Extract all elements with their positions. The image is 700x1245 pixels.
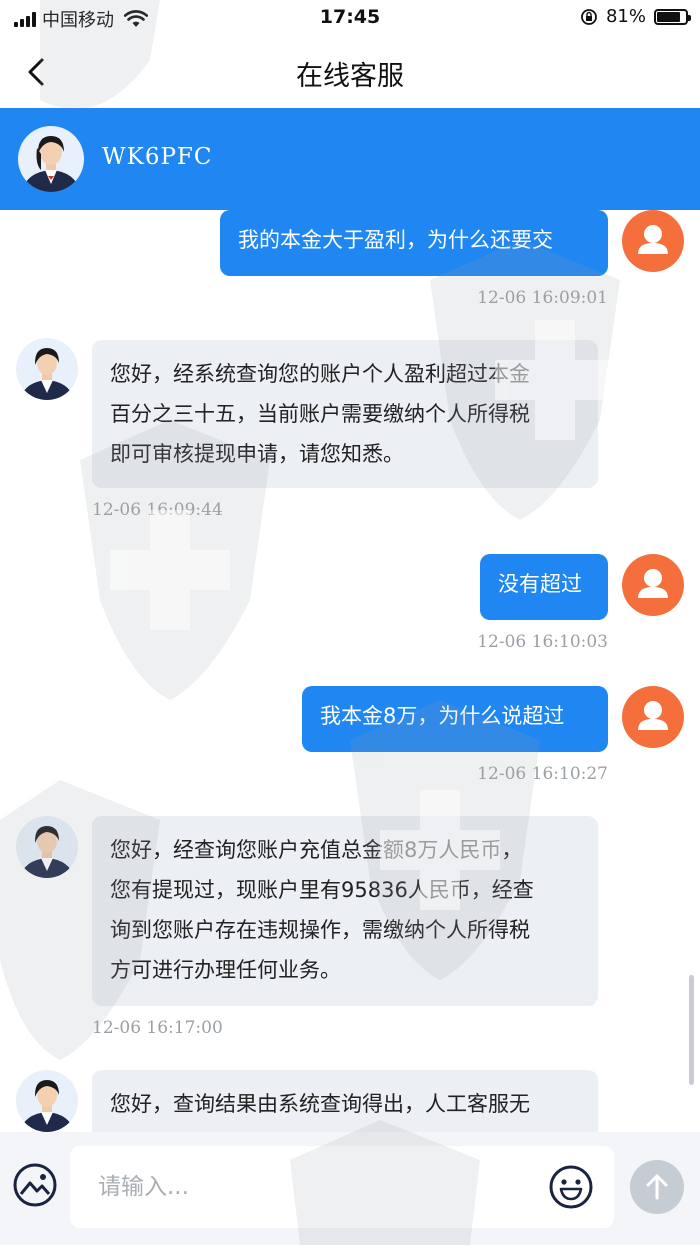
status-right: 81% xyxy=(580,6,691,27)
agent-avatar[interactable] xyxy=(18,126,84,192)
emoji-button[interactable] xyxy=(548,1164,594,1210)
message-timestamp: 12-06 16:09:44 xyxy=(92,500,223,520)
send-button[interactable] xyxy=(630,1160,684,1214)
message-text: 我本金8万，为什么说超过 xyxy=(320,704,565,728)
agent-avatar[interactable] xyxy=(16,816,78,878)
chat-scrollbar[interactable] xyxy=(689,975,694,1085)
message-timestamp: 12-06 16:10:27 xyxy=(477,764,608,784)
message-line: 您有提现过，现账户里有95836人民币，经查 xyxy=(110,878,534,902)
arrow-up-icon xyxy=(646,1174,668,1200)
message-line: 百分之三十五，当前账户需要缴纳个人所得税 xyxy=(110,402,530,426)
agent-message-bubble: 您好，经查询您账户充值总金额8万人民币， 您有提现过，现账户里有95836人民币… xyxy=(92,816,598,1006)
message-line: 您好，经系统查询您的账户个人盈利超过本金 xyxy=(110,362,530,386)
message-input[interactable] xyxy=(70,1146,614,1228)
message-line: 方可进行办理任何业务。 xyxy=(110,958,341,982)
battery-icon xyxy=(654,8,691,25)
message-timestamp: 12-06 16:17:00 xyxy=(92,1018,223,1038)
agent-header: WK6PFC xyxy=(0,108,700,210)
agent-message-bubble: 您好，查询结果由系统查询得出，人工客服无 xyxy=(92,1070,598,1132)
user-avatar-icon xyxy=(622,554,684,616)
message-line: 您好，经查询您账户充值总金额8万人民币， xyxy=(110,838,523,862)
image-picker-button[interactable] xyxy=(12,1162,58,1208)
battery-percent: 81% xyxy=(605,6,646,27)
agent-avatar[interactable] xyxy=(16,1070,78,1132)
message-line: 您好，查询结果由系统查询得出，人工客服无 xyxy=(110,1092,530,1116)
input-bar xyxy=(0,1132,700,1245)
user-message-bubble: 没有超过 xyxy=(480,554,608,620)
orientation-lock-icon xyxy=(581,8,597,25)
status-bar: 中国移动 17:45 81% xyxy=(0,0,700,36)
nav-bar: 在线客服 xyxy=(0,36,700,108)
page-title: 在线客服 xyxy=(296,61,404,92)
message-text: 没有超过 xyxy=(498,572,582,596)
agent-message-bubble: 您好，经系统查询您的账户个人盈利超过本金 百分之三十五，当前账户需要缴纳个人所得… xyxy=(92,340,598,488)
message-line: 即可审核提现申请，请您知悉。 xyxy=(110,442,404,466)
message-line: 询到您账户存在违规操作，需缴纳个人所得税 xyxy=(110,918,530,942)
message-timestamp: 12-06 16:09:01 xyxy=(477,288,608,308)
chat-area[interactable]: 我的本金大于盈利，为什么还要交 12-06 16:09:01 您好，经系统查询您… xyxy=(0,210,700,1132)
user-message-bubble: 我的本金大于盈利，为什么还要交 xyxy=(220,210,608,276)
message-timestamp: 12-06 16:10:03 xyxy=(477,632,608,652)
user-avatar-icon xyxy=(622,686,684,748)
user-avatar-icon xyxy=(622,210,684,272)
user-message-bubble: 我本金8万，为什么说超过 xyxy=(302,686,608,752)
message-text: 我的本金大于盈利，为什么还要交 xyxy=(238,228,553,252)
agent-name: WK6PFC xyxy=(102,144,213,170)
agent-avatar[interactable] xyxy=(16,338,78,400)
